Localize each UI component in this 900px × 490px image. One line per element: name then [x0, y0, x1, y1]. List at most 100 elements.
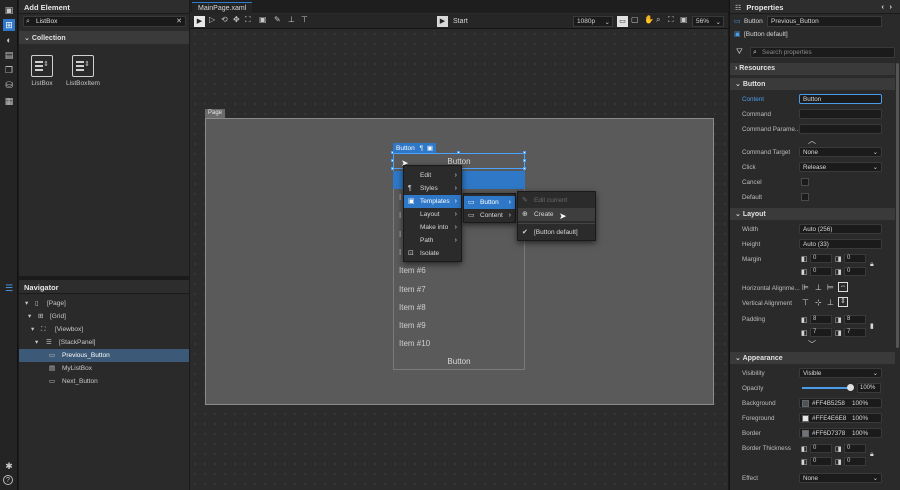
border-thickness-left-field[interactable]: 0	[810, 444, 832, 453]
border-thickness-top-field[interactable]: 0	[844, 444, 866, 453]
help-icon[interactable]: ?	[3, 475, 13, 485]
menu-item-button-default[interactable]: ✔ [Button default]	[518, 226, 595, 239]
selection-tag[interactable]: Button ¶ ▣	[393, 143, 437, 153]
transform-tool-icon[interactable]: ⛶	[245, 16, 251, 24]
resize-handle[interactable]	[523, 159, 526, 162]
align-right-icon[interactable]: ⊨	[827, 283, 834, 292]
resize-handle[interactable]	[391, 167, 394, 170]
tree-item-stackpanel[interactable]: ▾ ☰ [StackPanel]	[19, 336, 189, 349]
click-dropdown[interactable]: Release ⌄	[799, 162, 882, 172]
cancel-checkbox[interactable]	[801, 178, 809, 186]
animation-icon[interactable]: ▤	[3, 49, 15, 61]
tree-item-viewbox[interactable]: ▾ ⛶ [Viewbox]	[19, 323, 189, 336]
pages-icon[interactable]: ❐	[3, 64, 15, 76]
list-item-partial[interactable]: I	[399, 230, 401, 239]
opacity-slider-thumb[interactable]	[847, 384, 854, 391]
properties-scrollbar[interactable]	[896, 63, 899, 348]
background-swatch[interactable]	[802, 400, 809, 407]
menu-item-path[interactable]: Path ›	[404, 234, 461, 247]
resolution-dropdown[interactable]: 1080p ⌄	[573, 16, 613, 27]
next-button[interactable]: Button	[395, 357, 523, 366]
menu-item-edit[interactable]: Edit ›	[404, 169, 461, 182]
search-input[interactable]: ⌕ ListBox ✕	[23, 16, 186, 27]
border-swatch[interactable]	[802, 430, 809, 437]
zoom-dropdown[interactable]: 56% ⌄	[692, 16, 724, 27]
list-item-partial[interactable]: I	[399, 193, 401, 202]
section-button[interactable]: ⌄ Button	[730, 78, 895, 90]
border-thickness-right-field[interactable]: 0	[810, 457, 832, 466]
align-middle-icon[interactable]: ⊹	[815, 298, 822, 307]
command-parameter-field[interactable]	[799, 124, 882, 134]
resources-icon[interactable]: ▦	[3, 95, 15, 107]
chevron-up-icon[interactable]: ︿	[808, 135, 816, 146]
resize-handle[interactable]	[391, 159, 394, 162]
data-icon[interactable]: ⛁	[3, 79, 15, 91]
padding-right-field[interactable]: 7	[810, 328, 832, 337]
monitor-icon[interactable]: ▢	[631, 16, 639, 24]
command-field[interactable]	[799, 109, 882, 119]
align-vstretch-icon[interactable]: ⇕	[838, 297, 848, 307]
zoom-tool-icon[interactable]: ⌕	[656, 16, 660, 24]
distribute-tool-icon[interactable]: ⊤	[301, 16, 308, 24]
section-resources[interactable]: › Resources	[730, 63, 895, 75]
content-field[interactable]: Button	[799, 94, 882, 104]
image-icon[interactable]: ▣	[427, 145, 433, 152]
menu-item-make-into[interactable]: Make into ›	[404, 221, 461, 234]
navigator-icon[interactable]: ☰	[3, 282, 15, 294]
text-tool-icon[interactable]: ▣	[259, 16, 267, 24]
resize-handle[interactable]	[457, 151, 460, 154]
brush-icon[interactable]: ¶	[420, 145, 424, 152]
opacity-field[interactable]: 100%	[857, 383, 881, 393]
back-icon[interactable]: ‹	[882, 2, 885, 11]
padding-top-field[interactable]: 8	[844, 315, 866, 324]
align-top-icon[interactable]: ⊤	[802, 298, 809, 307]
margin-bottom-field[interactable]: 0	[844, 267, 866, 276]
align-stretch-icon[interactable]: ⇔	[838, 282, 848, 292]
margin-top-field[interactable]: 0	[844, 254, 866, 263]
align-left-icon[interactable]: ⊫	[802, 283, 809, 292]
list-item[interactable]: Item #8	[399, 303, 426, 312]
device-frame-icon[interactable]: ▭	[617, 16, 628, 27]
visibility-dropdown[interactable]: Visible ⌄	[799, 368, 882, 378]
tree-item-page[interactable]: ▾ ▯ [Page]	[19, 297, 189, 310]
menu-item-content[interactable]: ▭ Content ›	[464, 209, 515, 222]
align-bottom-icon[interactable]: ⊥	[827, 298, 834, 307]
width-field[interactable]: Auto (256)	[799, 224, 882, 234]
tile-listbox[interactable]: ⇕ ListBox	[24, 55, 60, 87]
rotate-tool-icon[interactable]: ⟲	[221, 16, 228, 24]
menu-item-isolate[interactable]: ⊡ Isolate	[404, 247, 461, 260]
actual-size-icon[interactable]: ▣	[680, 16, 688, 24]
effect-dropdown[interactable]: None ⌄	[799, 473, 882, 483]
margin-left-field[interactable]: 0	[810, 254, 832, 263]
resize-handle[interactable]	[523, 167, 526, 170]
direct-select-icon[interactable]: ▷	[209, 16, 215, 24]
section-appearance[interactable]: ⌄ Appearance	[730, 352, 895, 364]
tree-item-previous-button[interactable]: ▭ Previous_Button	[19, 349, 189, 362]
border-thickness-bottom-field[interactable]: 0	[844, 457, 866, 466]
resize-handle[interactable]	[523, 151, 526, 154]
fit-icon[interactable]: ⛶	[668, 16, 674, 24]
padding-bottom-field[interactable]: 7	[844, 328, 866, 337]
foreground-field[interactable]: #FFE4E6E8 100%	[799, 413, 882, 423]
menu-item-button[interactable]: ▭ Button ›	[464, 196, 515, 209]
padding-left-field[interactable]: 8	[810, 315, 832, 324]
tree-item-mylistbox[interactable]: ▤ MyListBox	[19, 362, 189, 375]
default-checkbox[interactable]	[801, 193, 809, 201]
list-item[interactable]: Item #6	[399, 266, 426, 275]
background-field[interactable]: #FF4B5258 100%	[799, 398, 882, 408]
height-field[interactable]: Auto (33)	[799, 239, 882, 249]
tile-listboxitem[interactable]: ⇕ ListBoxItem	[65, 55, 101, 87]
bug-icon[interactable]: ✱	[3, 460, 15, 472]
list-item-partial[interactable]: I	[399, 248, 401, 257]
hand-tool-icon[interactable]: ✋	[644, 16, 654, 24]
tree-item-grid[interactable]: ▾ ⊞ [Grid]	[19, 310, 189, 323]
add-element-icon[interactable]: ⊞	[3, 19, 15, 31]
chevron-down-icon[interactable]: ﹀	[808, 339, 816, 350]
collection-header[interactable]: ⌄ Collection	[19, 31, 189, 44]
tree-item-next-button[interactable]: ▭ Next_Button	[19, 375, 189, 388]
margin-right-field[interactable]: 0	[810, 267, 832, 276]
list-item[interactable]: Item #7	[399, 285, 426, 294]
menu-item-styles[interactable]: ¶ Styles ›	[404, 182, 461, 195]
link-icon[interactable]: ▮	[870, 322, 874, 330]
lock-icon[interactable]: 🔒︎	[870, 451, 874, 459]
